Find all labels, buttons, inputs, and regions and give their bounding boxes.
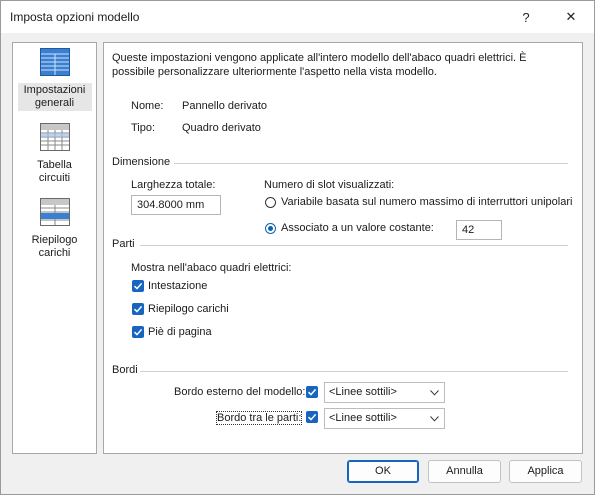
circuit-table-icon xyxy=(39,123,70,151)
load-summary-icon xyxy=(39,198,70,226)
show-in-schedule-label: Mostra nell'abaco quadri elettrici: xyxy=(131,262,292,274)
variable-slots-label: Variabile basata sul numero massimo di i… xyxy=(281,196,573,208)
load-summary-checkbox-label: Riepilogo carichi xyxy=(148,303,229,315)
footer-checkbox-label: Piè di pagina xyxy=(148,326,212,338)
header-checkbox-label: Intestazione xyxy=(148,280,208,292)
name-value: Pannello derivato xyxy=(182,100,268,112)
load-summary-checkbox[interactable] xyxy=(132,303,144,315)
window-title: Imposta opzioni modello xyxy=(10,10,140,24)
width-field[interactable]: 304.8000 mm xyxy=(131,195,221,215)
help-button[interactable]: ? xyxy=(503,1,549,33)
close-button[interactable]: ✕ xyxy=(548,1,594,33)
outer-border-value: <Linee sottili> xyxy=(329,386,397,398)
sidebar-item-label: Riepilogo carichi xyxy=(31,234,78,259)
slots-label: Numero di slot visualizzati: xyxy=(264,179,395,191)
dialog-window: Imposta opzioni modello ? ✕ Impostazioni… xyxy=(0,0,595,495)
constant-slots-field[interactable]: 42 xyxy=(456,220,502,240)
sidebar: Impostazioni generali Tabella circuiti R… xyxy=(12,42,97,454)
dimension-section-title: Dimensione xyxy=(112,156,171,168)
outer-border-label: Bordo esterno del modello: xyxy=(174,386,306,398)
intro-text: Queste impostazioni vengono applicate al… xyxy=(112,52,527,78)
between-parts-border-checkbox[interactable] xyxy=(306,411,318,423)
constant-slots-label: Associato a un valore costante: xyxy=(281,222,434,234)
sidebar-item-label: Tabella circuiti xyxy=(37,159,72,184)
general-settings-icon xyxy=(39,48,70,76)
outer-border-checkbox[interactable] xyxy=(306,386,318,398)
title-bar: Imposta opzioni modello ? ✕ xyxy=(1,1,594,33)
sidebar-item-label: Impostazioni generali xyxy=(17,83,92,111)
outer-border-select[interactable]: <Linee sottili> xyxy=(324,382,445,403)
between-parts-border-value: <Linee sottili> xyxy=(329,412,397,424)
footer-checkbox[interactable] xyxy=(132,326,144,338)
chevron-down-icon xyxy=(430,416,439,422)
constant-slots-radio[interactable] xyxy=(265,223,276,234)
name-label: Nome: xyxy=(131,100,164,112)
divider xyxy=(174,163,568,164)
variable-slots-radio[interactable] xyxy=(265,197,276,208)
cancel-button[interactable]: Annulla xyxy=(428,460,501,483)
borders-section-title: Bordi xyxy=(112,364,138,376)
help-icon: ? xyxy=(522,9,530,25)
divider xyxy=(140,245,568,246)
width-label: Larghezza totale: xyxy=(131,179,216,191)
parts-section-title: Parti xyxy=(112,238,135,250)
ok-button[interactable]: OK xyxy=(347,460,419,483)
sidebar-item-circuit-table[interactable]: Tabella circuiti xyxy=(13,123,96,186)
between-parts-border-select[interactable]: <Linee sottili> xyxy=(324,408,445,429)
header-checkbox[interactable] xyxy=(132,280,144,292)
between-parts-border-label: Bordo tra le parti: xyxy=(215,411,303,425)
apply-button[interactable]: Applica xyxy=(509,460,582,483)
chevron-down-icon xyxy=(430,390,439,396)
divider xyxy=(140,371,568,372)
type-value: Quadro derivato xyxy=(182,122,261,134)
sidebar-item-load-summary[interactable]: Riepilogo carichi xyxy=(13,198,96,261)
sidebar-item-general-settings[interactable]: Impostazioni generali xyxy=(13,48,96,111)
type-label: Tipo: xyxy=(131,122,156,134)
settings-panel: Queste impostazioni vengono applicate al… xyxy=(103,42,583,454)
close-icon: ✕ xyxy=(565,9,577,24)
